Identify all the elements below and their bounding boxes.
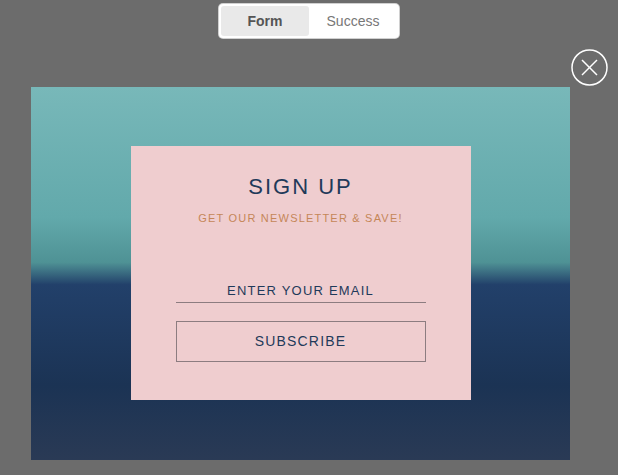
signup-popup: SIGN UP GET OUR NEWSLETTER & SAVE! SUBSCRI…	[131, 146, 471, 400]
popup-subtitle: GET OUR NEWSLETTER & SAVE!	[176, 210, 426, 227]
stage: SIGN UP GET OUR NEWSLETTER & SAVE! SUBSCRI…	[0, 49, 618, 460]
background-photo: SIGN UP GET OUR NEWSLETTER & SAVE! SUBSCRI…	[31, 87, 570, 460]
toggle-option[interactable]: Form	[221, 6, 309, 36]
toggle-option[interactable]: Success	[309, 6, 397, 36]
close-icon	[571, 49, 608, 86]
subscribe-button[interactable]: SUBSCRIBE	[176, 321, 426, 362]
view-toggle: FormSuccess	[219, 4, 399, 38]
toggle-bar: FormSuccess	[0, 0, 618, 38]
email-input[interactable]	[176, 279, 426, 304]
close-button[interactable]	[571, 49, 608, 86]
popup-title: SIGN UP	[176, 174, 426, 200]
